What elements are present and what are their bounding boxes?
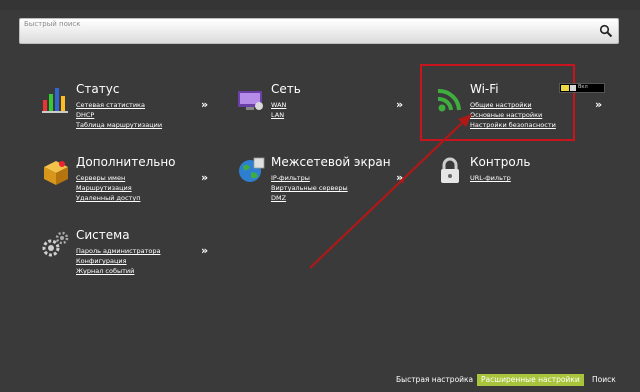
system-links: Пароль администратора Конфигурация Журна…: [76, 246, 160, 276]
control-title: Контроль: [470, 155, 531, 169]
link-configuration[interactable]: Конфигурация: [76, 256, 160, 266]
section-firewall: Межсетевой экран IP-фильтры Виртуальные …: [235, 155, 415, 205]
search-icon[interactable]: [599, 24, 613, 38]
advanced-links: Серверы имен Маршрутизация Удаленный дос…: [76, 173, 140, 203]
status-more-arrow[interactable]: »: [201, 98, 208, 111]
status-links: Сетевая статистика DHCP Таблица маршрути…: [76, 100, 162, 130]
footer-bar: Быстрая настройка Расширенные настройки …: [0, 372, 640, 392]
network-title: Сеть: [271, 82, 301, 96]
network-more-arrow[interactable]: »: [396, 98, 403, 111]
link-url-filter[interactable]: URL-фильтр: [470, 173, 511, 183]
section-status: Статус Сетевая статистика DHCP Таблица м…: [40, 82, 220, 132]
advanced-settings-button[interactable]: Расширенные настройки: [477, 374, 584, 386]
monitor-icon: [238, 91, 263, 110]
top-band: [0, 0, 640, 10]
control-links: URL-фильтр: [470, 173, 511, 183]
network-links: WAN LAN: [271, 100, 286, 120]
status-title: Статус: [76, 82, 120, 96]
quick-setup-link[interactable]: Быстрая настройка: [396, 374, 473, 386]
wifi-highlight-box: [420, 64, 575, 141]
link-routing-table[interactable]: Таблица маршрутизации: [76, 120, 162, 130]
firewall-links: IP-фильтры Виртуальные серверы DMZ: [271, 173, 348, 203]
link-wan[interactable]: WAN: [271, 100, 286, 110]
firewall-title: Межсетевой экран: [271, 155, 391, 169]
link-routing[interactable]: Маршрутизация: [76, 183, 140, 193]
wifi-more-arrow[interactable]: »: [595, 98, 602, 111]
link-lan[interactable]: LAN: [271, 110, 286, 120]
system-more-arrow[interactable]: »: [201, 244, 208, 257]
wifi-badge: Вкл: [559, 83, 605, 93]
link-event-log[interactable]: Журнал событий: [76, 266, 160, 276]
advanced-more-arrow[interactable]: »: [201, 171, 208, 184]
link-dhcp[interactable]: DHCP: [76, 110, 162, 120]
link-admin-password[interactable]: Пароль администратора: [76, 246, 160, 256]
firewall-more-arrow[interactable]: »: [396, 171, 403, 184]
section-control: Контроль URL-фильтр: [434, 155, 614, 205]
link-dmz[interactable]: DMZ: [271, 193, 348, 203]
search-placeholder: Быстрый поиск: [24, 20, 81, 28]
section-advanced: Дополнительно Серверы имен Маршрутизация…: [40, 155, 220, 205]
footer-search-link[interactable]: Поиск: [592, 374, 616, 386]
globe-icon: [239, 157, 265, 182]
bar-chart-icon: [42, 88, 68, 113]
advanced-title: Дополнительно: [76, 155, 176, 169]
system-title: Система: [76, 228, 130, 242]
link-name-servers[interactable]: Серверы имен: [76, 173, 140, 183]
section-system: Система Пароль администратора Конфигурац…: [40, 228, 220, 278]
link-ip-filters[interactable]: IP-фильтры: [271, 173, 348, 183]
link-network-statistics[interactable]: Сетевая статистика: [76, 100, 162, 110]
section-network: Сеть WAN LAN »: [235, 82, 415, 132]
link-virtual-servers[interactable]: Виртуальные серверы: [271, 183, 348, 193]
box-icon: [44, 161, 68, 185]
search-input[interactable]: Быстрый поиск: [19, 18, 619, 44]
lock-icon: [441, 157, 459, 183]
link-remote-access[interactable]: Удаленный доступ: [76, 193, 140, 203]
gears-icon: [42, 231, 69, 257]
